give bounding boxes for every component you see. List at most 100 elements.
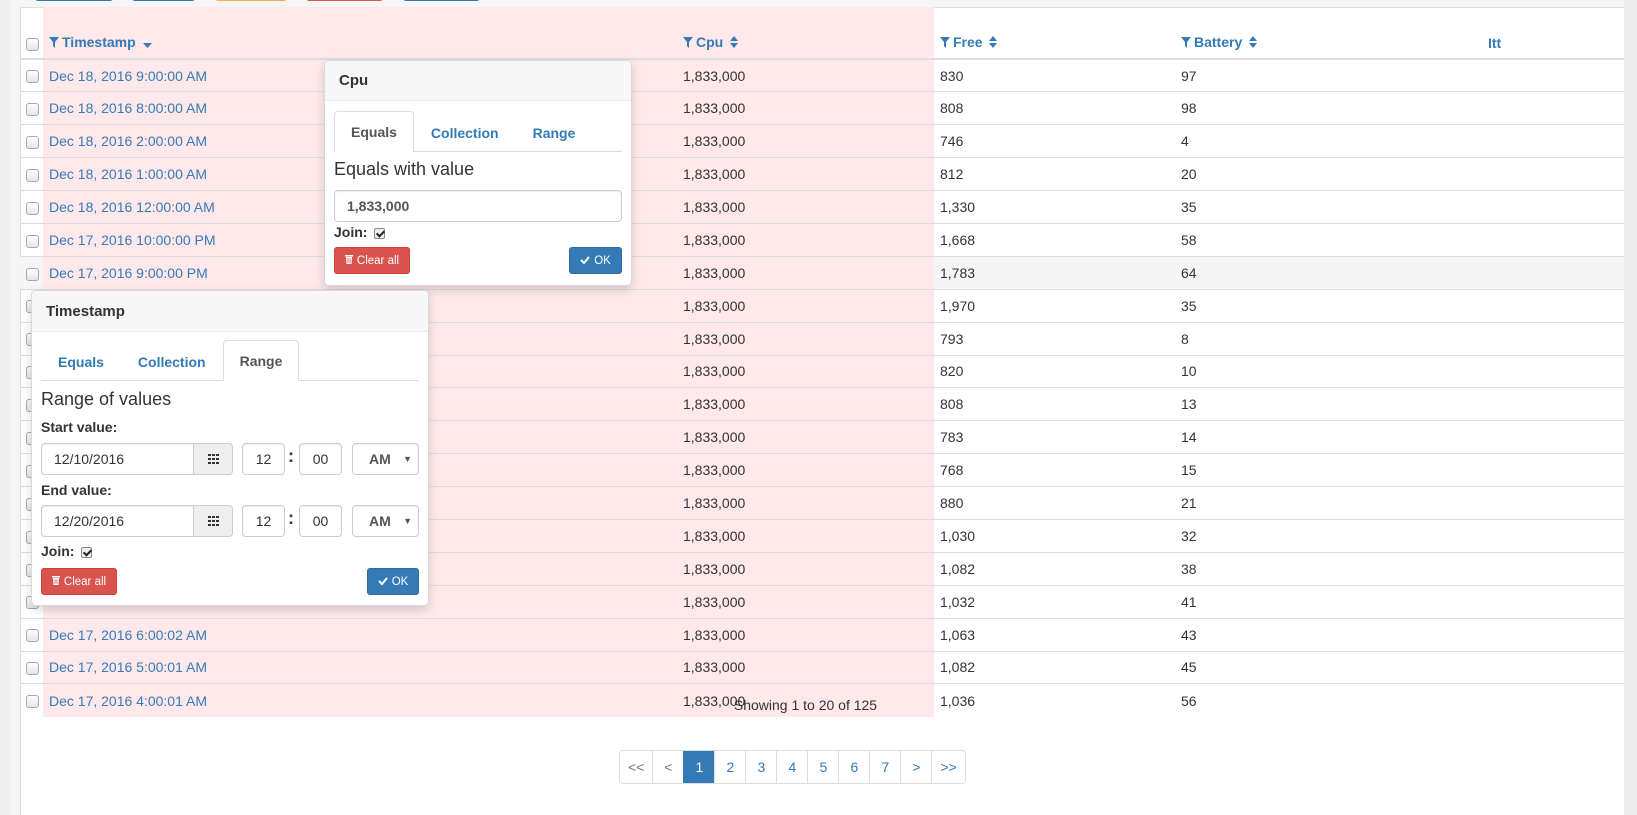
filter-tabs: Equals Collection Range <box>41 340 419 381</box>
page-scrollbar[interactable] <box>1624 0 1637 815</box>
pagination-first[interactable]: << <box>620 751 652 783</box>
ok-button[interactable]: OK <box>569 247 622 274</box>
timestamp-link[interactable]: Dec 18, 2016 9:00:00 AM <box>49 68 207 84</box>
end-date-group: 12/20/2016 <box>41 505 233 537</box>
end-ampm-value: AM <box>369 513 391 529</box>
tab-equals[interactable]: Equals <box>334 111 414 152</box>
tab-collection[interactable]: Collection <box>414 112 516 152</box>
table-row[interactable]: Dec 18, 2016 9:00:00 AM 1,833,000 830 97 <box>20 58 1624 92</box>
row-checkbox[interactable] <box>26 629 39 643</box>
row-checkbox[interactable] <box>26 662 39 676</box>
pagination-prev[interactable]: < <box>652 751 683 783</box>
itt-cell <box>1488 387 1624 421</box>
end-minute-input[interactable]: 00 <box>299 505 342 537</box>
header-free[interactable]: Free <box>934 7 1175 60</box>
clear-all-button[interactable]: Clear all <box>41 568 117 595</box>
pagination-page-6[interactable]: 6 <box>838 751 869 783</box>
free-cell: 1,970 <box>934 288 1175 323</box>
start-hour-input[interactable]: 12 <box>242 443 285 475</box>
row-checkbox[interactable] <box>26 201 39 215</box>
header-timestamp[interactable]: Timestamp <box>43 7 677 60</box>
toolbar-button-2[interactable] <box>132 0 195 1</box>
pagination-next[interactable]: > <box>900 751 931 783</box>
timestamp-link[interactable]: Dec 17, 2016 10:00:00 PM <box>49 232 216 248</box>
table-row[interactable]: Dec 18, 2016 8:00:00 AM 1,833,000 808 98 <box>20 91 1624 125</box>
join-checkbox[interactable] <box>374 227 386 239</box>
timestamp-link[interactable]: Dec 18, 2016 12:00:00 AM <box>49 199 215 215</box>
filter-icon[interactable] <box>940 35 950 51</box>
join-checkbox[interactable] <box>81 546 93 558</box>
timestamp-link[interactable]: Dec 18, 2016 8:00:00 AM <box>49 100 207 116</box>
pagination-last[interactable]: >> <box>931 751 964 783</box>
toolbar-button-4[interactable] <box>306 0 383 1</box>
header-cpu[interactable]: Cpu <box>677 7 934 60</box>
equals-value-input[interactable]: 1,833,000 <box>334 190 622 222</box>
pagination-page-5[interactable]: 5 <box>807 751 838 783</box>
cpu-cell: 1,833,000 <box>677 584 934 619</box>
table-row[interactable]: Dec 18, 2016 12:00:00 AM 1,833,000 1,330 35 <box>20 190 1624 224</box>
start-minute-input[interactable]: 00 <box>299 443 342 475</box>
battery-cell: 38 <box>1175 551 1488 586</box>
battery-cell: 10 <box>1175 354 1488 388</box>
toolbar-button-1[interactable] <box>35 0 113 1</box>
row-checkbox[interactable] <box>26 168 39 182</box>
tab-collection[interactable]: Collection <box>121 341 223 381</box>
start-date-input[interactable]: 12/10/2016 <box>41 443 194 475</box>
timestamp-link[interactable]: Dec 18, 2016 2:00:00 AM <box>49 133 207 149</box>
itt-cell <box>1488 584 1624 619</box>
table-row[interactable]: Dec 18, 2016 1:00:00 AM 1,833,000 812 20 <box>20 157 1624 191</box>
itt-cell <box>1488 124 1624 158</box>
cpu-cell: 1,833,000 <box>677 321 934 356</box>
pagination-page-2[interactable]: 2 <box>714 751 745 783</box>
table-row[interactable]: Dec 17, 2016 5:00:01 AM 1,833,000 1,082 45 <box>20 650 1624 684</box>
ok-button[interactable]: OK <box>367 568 419 595</box>
check-icon <box>580 255 590 267</box>
header-itt[interactable]: Itt <box>1488 7 1624 60</box>
toolbar-button-3[interactable] <box>215 0 287 1</box>
start-ampm-select[interactable]: AM ▼ <box>352 443 419 475</box>
toolbar-button-5[interactable] <box>403 0 480 1</box>
timestamp-link[interactable]: Dec 17, 2016 6:00:02 AM <box>49 627 207 643</box>
sort-icon[interactable] <box>1249 35 1258 51</box>
row-checkbox[interactable] <box>26 103 39 117</box>
free-cell: 812 <box>934 157 1175 191</box>
itt-cell <box>1488 617 1624 652</box>
filter-icon[interactable] <box>1181 35 1191 51</box>
start-calendar-button[interactable] <box>194 443 233 475</box>
tab-range[interactable]: Range <box>222 340 300 381</box>
pagination-page-3[interactable]: 3 <box>745 751 776 783</box>
pagination-page-7[interactable]: 7 <box>869 751 900 783</box>
table-row[interactable]: Dec 18, 2016 2:00:00 AM 1,833,000 746 4 <box>20 124 1624 158</box>
select-all-checkbox[interactable] <box>26 37 39 51</box>
sort-icon[interactable] <box>989 35 998 51</box>
header-battery[interactable]: Battery <box>1175 7 1488 60</box>
row-checkbox[interactable] <box>26 136 39 150</box>
end-ampm-select[interactable]: AM ▼ <box>352 505 419 537</box>
sort-desc-icon[interactable] <box>142 35 152 51</box>
tab-equals[interactable]: Equals <box>41 341 121 381</box>
sort-icon[interactable] <box>730 35 739 51</box>
table-row[interactable]: Dec 17, 2016 9:00:00 PM 1,833,000 1,783 64 <box>20 255 1624 290</box>
end-calendar-button[interactable] <box>194 505 233 537</box>
table-row[interactable]: Dec 17, 2016 6:00:02 AM 1,833,000 1,063 43 <box>20 617 1624 652</box>
end-hour-input[interactable]: 12 <box>242 505 285 537</box>
filter-icon[interactable] <box>683 35 693 51</box>
tab-range[interactable]: Range <box>516 112 593 152</box>
table-row[interactable]: Dec 17, 2016 10:00:00 PM 1,833,000 1,668 58 <box>20 222 1624 257</box>
select-all-cell <box>20 7 43 60</box>
timestamp-link[interactable]: Dec 17, 2016 9:00:00 PM <box>49 265 208 281</box>
row-checkbox[interactable] <box>26 267 39 281</box>
timestamp-link[interactable]: Dec 17, 2016 5:00:01 AM <box>49 659 207 675</box>
pagination-page-1[interactable]: 1 <box>683 751 715 783</box>
row-checkbox[interactable] <box>26 234 39 248</box>
free-cell: 820 <box>934 354 1175 388</box>
itt-cell <box>1488 321 1624 356</box>
row-checkbox[interactable] <box>26 70 39 84</box>
filter-icon[interactable] <box>49 35 59 51</box>
timestamp-link[interactable]: Dec 18, 2016 1:00:00 AM <box>49 166 207 182</box>
pagination: << <1 2 3 4 5 6 7 > >> <box>619 750 966 784</box>
pagination-page-4[interactable]: 4 <box>776 751 807 783</box>
itt-cell <box>1488 518 1624 553</box>
end-date-input[interactable]: 12/20/2016 <box>41 505 194 537</box>
clear-all-button[interactable]: Clear all <box>334 247 410 274</box>
